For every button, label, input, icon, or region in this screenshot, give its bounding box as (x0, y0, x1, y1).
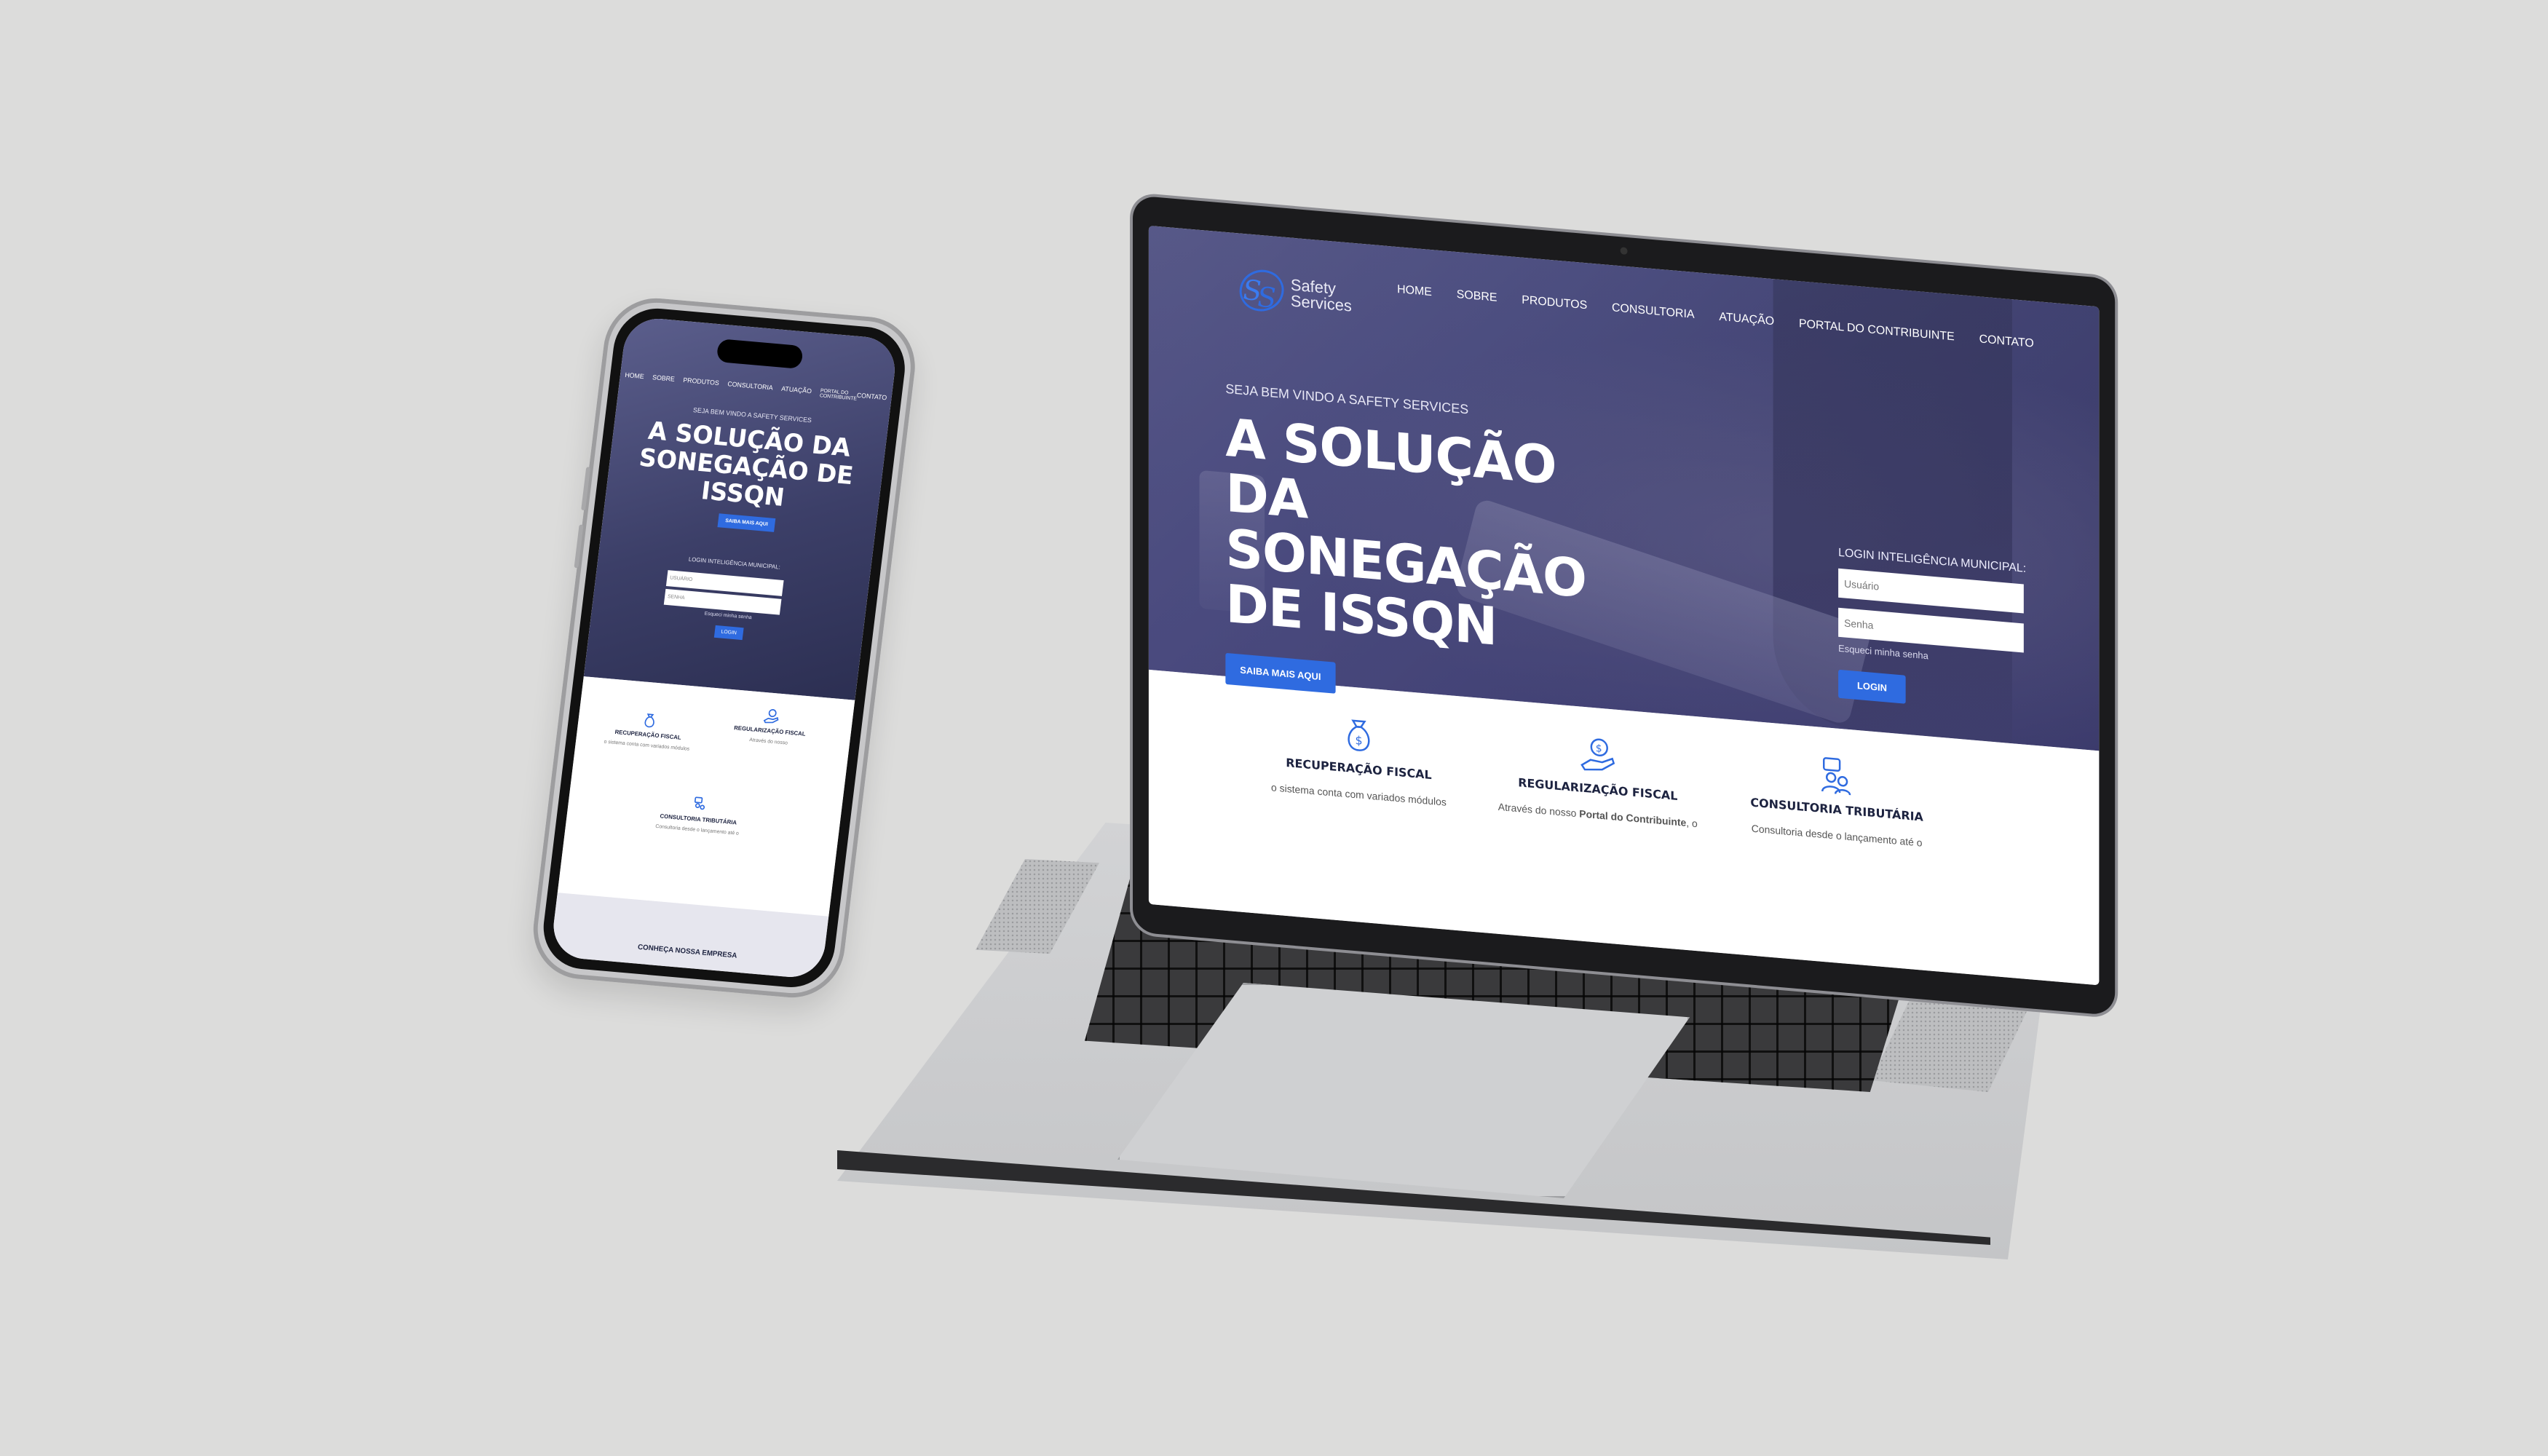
mobile-nav-sobre[interactable]: SOBRE (652, 373, 676, 386)
mobile-nav-portal[interactable]: PORTAL DO CONTRIBUINTE (819, 388, 857, 401)
nav-item-portal[interactable]: PORTAL DO CONTRIBUINTE (1799, 317, 1955, 344)
consulting-people-icon (691, 795, 710, 814)
consulting-people-icon (1816, 753, 1857, 797)
site-logo[interactable]: S S Safety Services (1235, 262, 1352, 325)
nav-item-home[interactable]: HOME (1397, 283, 1432, 299)
nav-item-sobre[interactable]: SOBRE (1457, 288, 1497, 305)
service-title: CONSULTORIA TRIBUTÁRIA (1750, 795, 1923, 824)
logo-monogram-icon: S S (1235, 262, 1288, 319)
service-card-recuperacao[interactable]: $ RECUPERAÇÃO FISCAL o sistema conta com… (1250, 705, 1468, 812)
mobile-nav-consultoria[interactable]: CONSULTORIA (727, 380, 773, 394)
svg-text:$: $ (1596, 743, 1602, 755)
mobile-hero-headline: A SOLUÇÃO DA SONEGAÇÃO DE ISSQN (637, 416, 855, 513)
phone-bezel: HOME SOBRE PRODUTOS CONSULTORIA ATUAÇÃO … (538, 305, 910, 991)
login-button[interactable]: LOGIN (1838, 669, 1906, 704)
hand-coin-icon: $ (1578, 732, 1618, 777)
nav-item-produtos[interactable]: PRODUTOS (1522, 294, 1587, 313)
money-bag-icon (640, 711, 659, 729)
phone-volume-up-button (581, 467, 591, 511)
laptop-lid: S S Safety Services HOME SOBRE PRODUTOS … (1133, 195, 2116, 1016)
hero-section: S S Safety Services HOME SOBRE PRODUTOS … (1148, 225, 2100, 751)
mobile-service-recuperacao[interactable]: RECUPERAÇÃO FISCAL o sistema conta com v… (597, 707, 700, 753)
login-form: LOGIN INTELIGÊNCIA MUNICIPAL: Esqueci mi… (1838, 547, 2027, 714)
mobile-service-consultoria[interactable]: CONSULTORIA TRIBUTÁRIA Consultoria desde… (647, 791, 751, 838)
logo-text-line2: Services (1290, 291, 1352, 315)
mobile-login-button[interactable]: LOGIN (713, 625, 744, 641)
service-text: Através do nosso Portal do Contribuinte,… (1489, 799, 1707, 832)
phone-screen: HOME SOBRE PRODUTOS CONSULTORIA ATUAÇÃO … (550, 316, 899, 980)
laptop-screen: S S Safety Services HOME SOBRE PRODUTOS … (1148, 225, 2100, 986)
nav-item-atuacao[interactable]: ATUAÇÃO (1719, 311, 1774, 328)
hero-content: SEJA BEM VINDO A SAFETY SERVICES A SOLUÇ… (1225, 381, 1631, 719)
service-text-suffix: , o (1686, 816, 1698, 830)
service-text: Consultoria desde o lançamento até o (1751, 822, 1923, 849)
service-title: REGULARIZAÇÃO FISCAL (1518, 775, 1678, 803)
mobile-nav-produtos[interactable]: PRODUTOS (682, 376, 720, 389)
phone-volume-down-button (574, 524, 584, 569)
nav-item-contato[interactable]: CONTATO (1979, 333, 2034, 350)
mobile-nav-contato[interactable]: CONTATO (856, 392, 887, 404)
camera-icon (1620, 247, 1628, 256)
nav-item-consultoria[interactable]: CONSULTORIA (1612, 301, 1695, 322)
money-bag-icon: $ (1339, 712, 1380, 756)
mobile-nav-atuacao[interactable]: ATUAÇÃO (780, 385, 812, 398)
mobile-about-title: CONHEÇA NOSSA EMPRESA (637, 943, 737, 960)
main-nav: HOME SOBRE PRODUTOS CONSULTORIA ATUAÇÃO … (1397, 283, 2034, 351)
phone-device: HOME SOBRE PRODUTOS CONSULTORIA ATUAÇÃO … (527, 294, 921, 1002)
mobile-nav-home[interactable]: HOME (624, 371, 644, 383)
portal-contribuinte-link[interactable]: Portal do Contribuinte (1579, 807, 1686, 828)
service-title: RECUPERAÇÃO FISCAL (1286, 755, 1432, 783)
mobile-nav: HOME SOBRE PRODUTOS CONSULTORIA ATUAÇÃO … (620, 371, 892, 405)
mobile-services-section: RECUPERAÇÃO FISCAL o sistema conta com v… (557, 676, 855, 917)
service-card-consultoria[interactable]: CONSULTORIA TRIBUTÁRIA Consultoria desde… (1728, 745, 1946, 852)
mobile-login-title: LOGIN INTELIGÊNCIA MUNICIPAL: (688, 555, 781, 571)
mobile-service-regularizacao[interactable]: REGULARIZAÇÃO FISCAL Através do nosso (719, 703, 822, 750)
service-text: o sistema conta com variados módulos (1271, 781, 1447, 808)
svg-text:$: $ (1355, 733, 1362, 748)
hero-headline: A SOLUÇÃO DA SONEGAÇÃO DE ISSQN (1225, 406, 1586, 657)
service-text-prefix: Através do nosso (1497, 800, 1580, 820)
username-input[interactable] (1838, 568, 2024, 614)
mobile-saiba-mais-button[interactable]: SAIBA MAIS AQUI (717, 513, 776, 532)
svg-text:S: S (1257, 281, 1276, 314)
service-card-regularizacao[interactable]: $ REGULARIZAÇÃO FISCAL Através do nosso … (1489, 725, 1707, 831)
mobile-hero-section: HOME SOBRE PRODUTOS CONSULTORIA ATUAÇÃO … (583, 316, 899, 700)
hand-coin-icon (762, 707, 781, 726)
